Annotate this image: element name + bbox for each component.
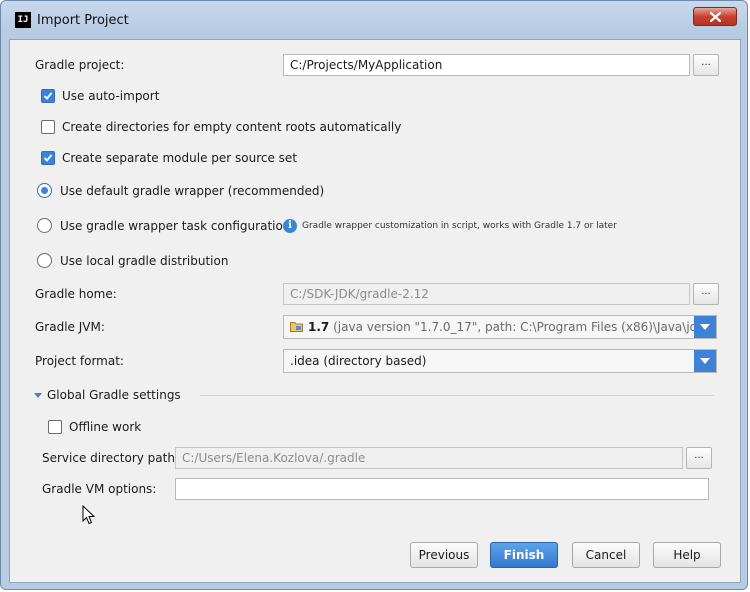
info-icon: i: [283, 219, 297, 233]
local-distribution-label: Use local gradle distribution: [60, 254, 229, 268]
gradle-home-input[interactable]: C:/SDK-JDK/gradle-2.12: [283, 283, 690, 305]
create-dirs-checkbox[interactable]: [41, 120, 55, 134]
gradle-home-browse-button[interactable]: ...: [693, 283, 719, 305]
default-wrapper-label: Use default gradle wrapper (recommended): [60, 184, 325, 198]
import-project-window: IJ Import Project Gradle project: C:/Pro…: [0, 0, 748, 590]
close-button[interactable]: [693, 7, 737, 26]
gradle-jvm-label: Gradle JVM:: [35, 320, 105, 334]
dialog-content: Gradle project: C:/Projects/MyApplicatio…: [9, 39, 741, 583]
wrapper-task-label: Use gradle wrapper task configuration: [60, 219, 291, 233]
service-dir-browse-button[interactable]: ...: [686, 447, 712, 469]
chevron-down-icon[interactable]: [694, 316, 716, 338]
service-dir-label: Service directory path:: [42, 451, 179, 465]
window-title: Import Project: [37, 13, 129, 28]
project-format-combo[interactable]: .idea (directory based): [283, 349, 717, 373]
help-button[interactable]: Help: [653, 542, 721, 568]
finish-button[interactable]: Finish: [490, 542, 558, 568]
intellij-app-icon: IJ: [15, 12, 31, 28]
global-gradle-settings-header[interactable]: Global Gradle settings: [47, 388, 181, 402]
separate-module-label: Create separate module per source set: [62, 151, 298, 165]
create-dirs-label: Create directories for empty content roo…: [62, 120, 402, 134]
gradle-jvm-detail: (java version "1.7.0_17", path: C:\Progr…: [333, 320, 716, 334]
cancel-button[interactable]: Cancel: [572, 542, 640, 568]
jdk-folder-icon: [290, 322, 303, 332]
title-bar[interactable]: IJ Import Project: [1, 1, 747, 39]
gradle-project-browse-button[interactable]: ...: [693, 54, 719, 76]
default-wrapper-radio[interactable]: [37, 183, 52, 198]
previous-button[interactable]: Previous: [410, 542, 478, 568]
gradle-home-label: Gradle home:: [35, 287, 117, 301]
auto-import-label: Use auto-import: [62, 89, 160, 103]
project-format-label: Project format:: [35, 354, 124, 368]
gradle-jvm-combo[interactable]: 1.7 (java version "1.7.0_17", path: C:\P…: [283, 315, 717, 339]
auto-import-checkbox[interactable]: [41, 89, 55, 103]
service-dir-input[interactable]: C:/Users/Elena.Kozlova/.gradle: [175, 447, 683, 469]
section-divider: [200, 395, 714, 396]
vm-options-input[interactable]: [175, 478, 709, 500]
chevron-down-icon[interactable]: [694, 350, 716, 372]
separate-module-checkbox[interactable]: [41, 151, 55, 165]
gradle-jvm-version: 1.7: [308, 320, 330, 334]
gradle-project-label: Gradle project:: [35, 58, 125, 72]
vm-options-label: Gradle VM options:: [42, 482, 157, 496]
check-icon: [43, 154, 53, 162]
project-format-value: .idea (directory based): [290, 354, 427, 368]
check-icon: [43, 92, 53, 100]
offline-work-label: Offline work: [69, 420, 142, 434]
mouse-cursor-icon: [82, 505, 95, 525]
offline-work-checkbox[interactable]: [48, 420, 62, 434]
collapse-triangle-icon[interactable]: [34, 393, 42, 398]
close-icon: [710, 12, 721, 22]
local-distribution-radio[interactable]: [37, 253, 52, 268]
wrapper-info-text: Gradle wrapper customization in script, …: [302, 221, 617, 231]
gradle-project-input[interactable]: C:/Projects/MyApplication: [283, 54, 690, 76]
wrapper-task-radio[interactable]: [37, 218, 52, 233]
